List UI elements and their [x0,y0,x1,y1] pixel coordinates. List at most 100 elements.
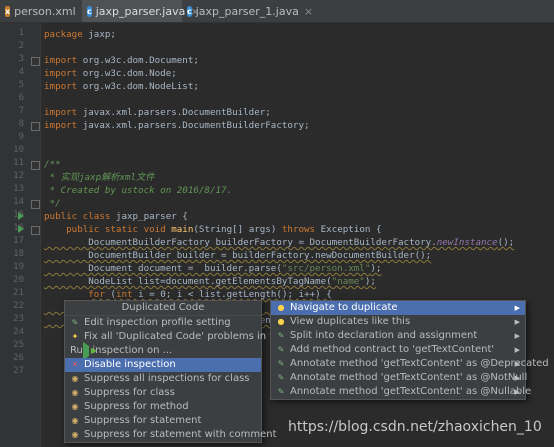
submenu-arrow-icon: ▶ [514,318,520,326]
code-token: import [44,55,83,66]
line-number: 5 [18,80,24,90]
menu-item[interactable]: ✎ Edit inspection profile setting [65,316,261,330]
menu-item[interactable]: ◉ Suppress for method [65,400,261,414]
submenu-arrow-icon: ▶ [514,346,520,354]
close-tab-icon[interactable]: × [304,5,313,18]
code-token: for [88,289,111,300]
menu-item[interactable]: ◉ Suppress for class [65,386,261,400]
line-number: 25 [13,340,24,350]
submenu-arrow-icon: ▶ [514,304,520,312]
tab-jaxp-parser-1[interactable]: c jaxp_parser_1.java × [182,0,313,22]
java-class-icon: c [87,5,92,17]
code-line: import org.w3c.dom.Document; [44,54,199,67]
intention-icon: ✎ [277,359,285,368]
line-number: 23 [13,314,24,324]
code-token: * 实现jaxp解析xml文件 [44,172,155,183]
code-token: NodeList list=document.getElementsByTagN… [44,276,332,287]
code-line: Document document = builder.parse("src/p… [44,262,381,275]
intention-icon: ✎ [277,331,285,340]
code-token: public static void [44,224,172,235]
menu-item-label: Annotate method 'getTextContent' as @Not… [290,372,528,383]
code-token: Exception { [320,224,382,235]
run-gutter-icon[interactable] [18,212,24,220]
menu-item-label: Suppress for statement with comment [84,429,277,440]
code-line: import javax.xml.parsers.DocumentBuilder… [44,106,271,119]
menu-item[interactable]: ✎ Add method contract to 'getTextContent'… [271,343,525,357]
code-token: org.w3c.dom.Document; [82,55,199,66]
tab-label: jaxp_parser_1.java [195,4,299,18]
line-number: 21 [13,288,24,298]
code-token: newInstance [436,237,498,248]
line-number: 19 [13,262,24,272]
code-line: import org.w3c.dom.Node; [44,67,177,80]
code-token: ); [370,263,382,274]
xml-file-icon: x [5,5,11,17]
line-number: 6 [18,93,24,103]
tab-person-xml[interactable]: x person.xml × [0,0,90,22]
code-token: import [44,107,83,118]
menu-item[interactable]: ▶ Run inspection on ... [65,342,261,360]
menu-title: Duplicated Code [65,301,261,316]
code-token: Document document = builder.parse( [44,263,282,274]
intention-icon: ✎ [277,373,285,382]
code-token: package [44,29,89,40]
suppress-icon: ◉ [71,374,79,383]
code-token: DocumentBuilderFactory builderFactory = … [44,237,437,248]
menu-item[interactable]: ✎ Split into declaration and assignment ▶ [271,329,525,343]
menu-item[interactable]: ✎ Annotate method 'getTextContent' as @Nu… [271,385,531,399]
code-token: */ [44,198,61,209]
code-token: javax.xml.parsers.DocumentBuilder; [82,107,271,118]
submenu-arrow-icon: ▶ [514,360,520,368]
suppress-icon: ◉ [71,416,79,425]
java-class-icon: c [187,5,192,17]
menu-item[interactable]: ✕ Disable inspection [65,358,261,372]
tab-jaxp-parser[interactable]: c jaxp_parser.java × [82,0,200,22]
fold-marker-icon[interactable] [31,161,40,170]
fold-marker-icon[interactable] [31,200,40,209]
menu-item[interactable]: ✎ Annotate method 'getTextContent' as @De… [271,357,549,371]
line-number: 26 [13,353,24,363]
intention-actions-menu: ● Navigate to duplicate ▶ ● View duplicates … [270,300,549,400]
code-line: import javax.xml.parsers.DocumentBuilder… [44,119,310,132]
code-token: (); [497,237,515,248]
fold-marker-icon[interactable] [31,226,40,235]
code-token: jaxp_parser { [115,211,188,222]
bulb-icon: ● [277,317,285,326]
menu-item[interactable]: ◉ Suppress all inspections for class [65,372,261,386]
submenu-arrow-icon: ▶ [514,388,520,396]
watermark-text: https://blog.csdn.net/zhaoxichen_10 [288,419,542,435]
menu-item-label: Edit inspection profile setting [84,317,231,328]
bulb-icon: ● [277,303,285,312]
menu-item-label: Suppress for class [84,387,175,398]
fix-bulb-icon: ✦ [71,332,79,341]
line-number-gutter: 1 2 3 4 5 6 7 8 9 10 11 12 13 14 15 16 17 18 19 20 21 22 23 24 2… [0,23,41,447]
code-line: DocumentBuilderFactory builderFactory = … [44,236,514,249]
code-token: ); [364,276,376,287]
line-number: 12 [13,171,24,181]
code-token: * Created by ustock on 2016/8/17. [44,185,233,196]
run-gutter-icon[interactable] [18,225,24,233]
line-number: 24 [13,327,24,337]
tab-label: person.xml [14,4,76,18]
line-number: 3 [18,54,24,64]
code-token: main [171,224,194,235]
menu-item[interactable]: ● Navigate to duplicate ▶ [271,301,525,315]
menu-item[interactable]: ◉ Suppress for statement with comment [65,428,277,442]
suppress-icon: ◉ [71,402,79,411]
menu-item[interactable]: ● View duplicates like this ▶ [271,315,525,329]
code-token: int [115,289,139,300]
code-line: public class jaxp_parser { [44,210,188,223]
menu-item[interactable]: ✎ Annotate method 'getTextContent' as @No… [271,371,528,385]
fold-marker-icon[interactable] [31,122,40,131]
intention-icon: ✎ [277,345,285,354]
menu-item-label: Add method contract to 'getTextContent' [290,344,495,355]
line-number: 7 [18,106,24,116]
menu-item[interactable]: ◉ Suppress for statement [65,414,261,428]
menu-item-label: Suppress all inspections for class [84,373,250,384]
menu-item-label: Navigate to duplicate [290,302,398,313]
code-line: * Created by ustock on 2016/8/17. [44,184,233,197]
line-number: 14 [13,197,24,207]
code-token: ; i < list.getLength(); i++) { [165,289,332,300]
fold-marker-icon[interactable] [31,57,40,66]
